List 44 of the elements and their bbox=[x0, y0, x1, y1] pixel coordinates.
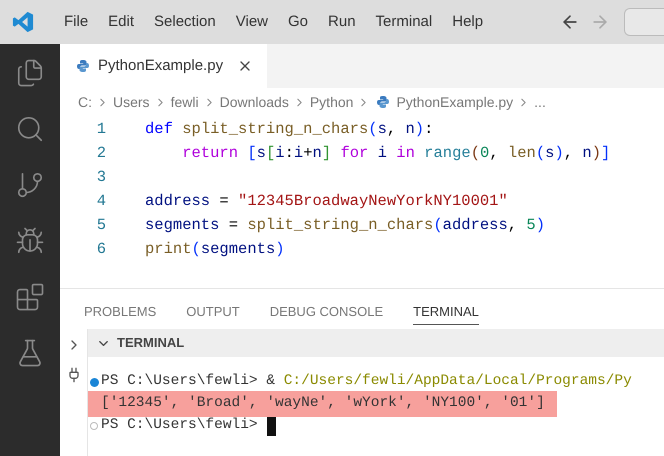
source-control-icon[interactable] bbox=[15, 170, 45, 200]
code-line: print(segments) bbox=[145, 239, 285, 260]
breadcrumb-item[interactable]: fewli bbox=[170, 92, 199, 112]
panel-tab[interactable]: OUTPUT bbox=[186, 299, 240, 325]
line-number: 6 bbox=[96, 239, 106, 260]
menu-item[interactable]: File bbox=[54, 10, 98, 34]
code-line: def split_string_n_chars(s, n): bbox=[145, 119, 434, 140]
menu-item[interactable]: Terminal bbox=[366, 10, 442, 34]
line-number: 3 bbox=[96, 167, 106, 188]
code-line: segments = split_string_n_chars(address, 5) bbox=[145, 215, 546, 236]
python-file-icon bbox=[76, 59, 90, 73]
menu-item[interactable]: Selection bbox=[144, 10, 226, 34]
menu-item[interactable]: View bbox=[226, 10, 278, 34]
breadcrumb-item[interactable]: C: bbox=[78, 92, 92, 112]
editor-tab[interactable]: PythonExample.py bbox=[60, 44, 268, 88]
breadcrumb-item[interactable]: Python bbox=[310, 92, 354, 112]
panel-tab[interactable]: TERMINAL bbox=[413, 299, 479, 325]
extensions-icon[interactable] bbox=[15, 282, 45, 312]
breadcrumb-item[interactable]: Downloads bbox=[220, 92, 289, 112]
menu-item[interactable]: Go bbox=[278, 10, 318, 34]
command-center-field[interactable] bbox=[624, 8, 664, 36]
explorer-icon[interactable] bbox=[15, 58, 45, 88]
line-number: 1 bbox=[96, 119, 106, 140]
python-file-icon bbox=[376, 95, 390, 109]
terminal-line: PS C:\Users\fewli> bbox=[100, 416, 259, 436]
panel-tab[interactable]: PROBLEMS bbox=[84, 299, 156, 325]
panel-tab[interactable]: DEBUG CONSOLE bbox=[270, 299, 384, 325]
line-number: 4 bbox=[96, 191, 106, 212]
breadcrumb-item[interactable]: Users bbox=[113, 92, 150, 112]
menu-item[interactable]: Help bbox=[442, 10, 494, 34]
terminal-title: TERMINAL bbox=[117, 334, 184, 352]
breadcrumb-item[interactable]: ... bbox=[534, 92, 546, 112]
run-debug-icon[interactable] bbox=[15, 226, 45, 256]
terminal-line: PS C:\Users\fewli> & C:/Users/fewli/AppData/Local/Programs/Py bbox=[100, 372, 633, 392]
menu-item[interactable]: Edit bbox=[98, 10, 144, 34]
editor-logo-icon bbox=[12, 11, 34, 33]
menu-item[interactable]: Run bbox=[318, 10, 366, 34]
line-number: 2 bbox=[96, 143, 106, 164]
line-number: 5 bbox=[96, 215, 106, 236]
tab-label: PythonExample.py bbox=[98, 56, 224, 76]
code-line: return [s[i:i+n] for i in range(0, len(s), n)] bbox=[181, 143, 610, 164]
breadcrumb-item[interactable]: PythonExample.py bbox=[396, 92, 514, 112]
search-icon[interactable] bbox=[15, 114, 45, 144]
code-line: address = "12345BroadwayNewYorkNY10001" bbox=[145, 191, 508, 212]
